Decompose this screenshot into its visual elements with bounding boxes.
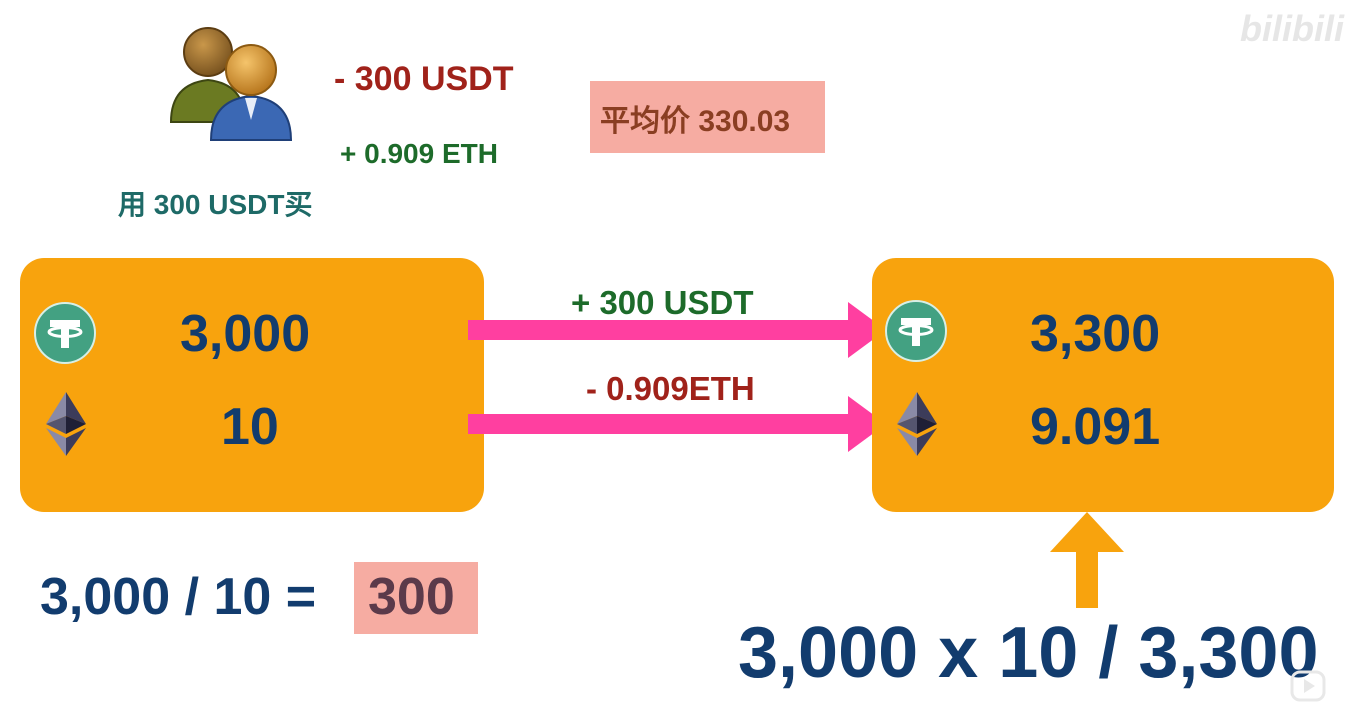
pool-after [872, 258, 1334, 512]
pool-after-usdt: 3,300 [1030, 305, 1161, 363]
bilibili-watermark: bilibili [1240, 8, 1344, 49]
ethereum-icon [897, 392, 937, 456]
users-icon [169, 27, 293, 141]
usdt-deduction: - 300 USDT [334, 60, 514, 98]
tether-icon [34, 302, 96, 364]
average-price: 平均价 330.03 [600, 105, 791, 138]
price-formula: 3,000 / 10 = [40, 568, 317, 626]
pool-before-usdt: 3,000 [180, 305, 311, 363]
eth-arrow-shaft [468, 414, 850, 434]
usdt-in-label: + 300 USDT [571, 284, 754, 321]
usdt-arrow-shaft [468, 320, 850, 340]
eth-received: + 0.909 ETH [340, 138, 498, 169]
pool-before [20, 258, 484, 512]
up-arrow [1050, 512, 1124, 608]
tether-icon [885, 300, 947, 362]
eth-out-label: - 0.909ETH [586, 370, 755, 407]
pool-before-eth: 10 [221, 398, 279, 456]
pool-after-eth: 9.091 [1030, 398, 1161, 456]
play-icon[interactable] [1290, 668, 1326, 704]
price-result: 300 [368, 568, 455, 626]
ethereum-icon [46, 392, 86, 456]
buy-action-label: 用 300 USDT买 [118, 189, 313, 220]
constant-product-formula: 3,000 x 10 / 3,300 [738, 613, 1319, 693]
